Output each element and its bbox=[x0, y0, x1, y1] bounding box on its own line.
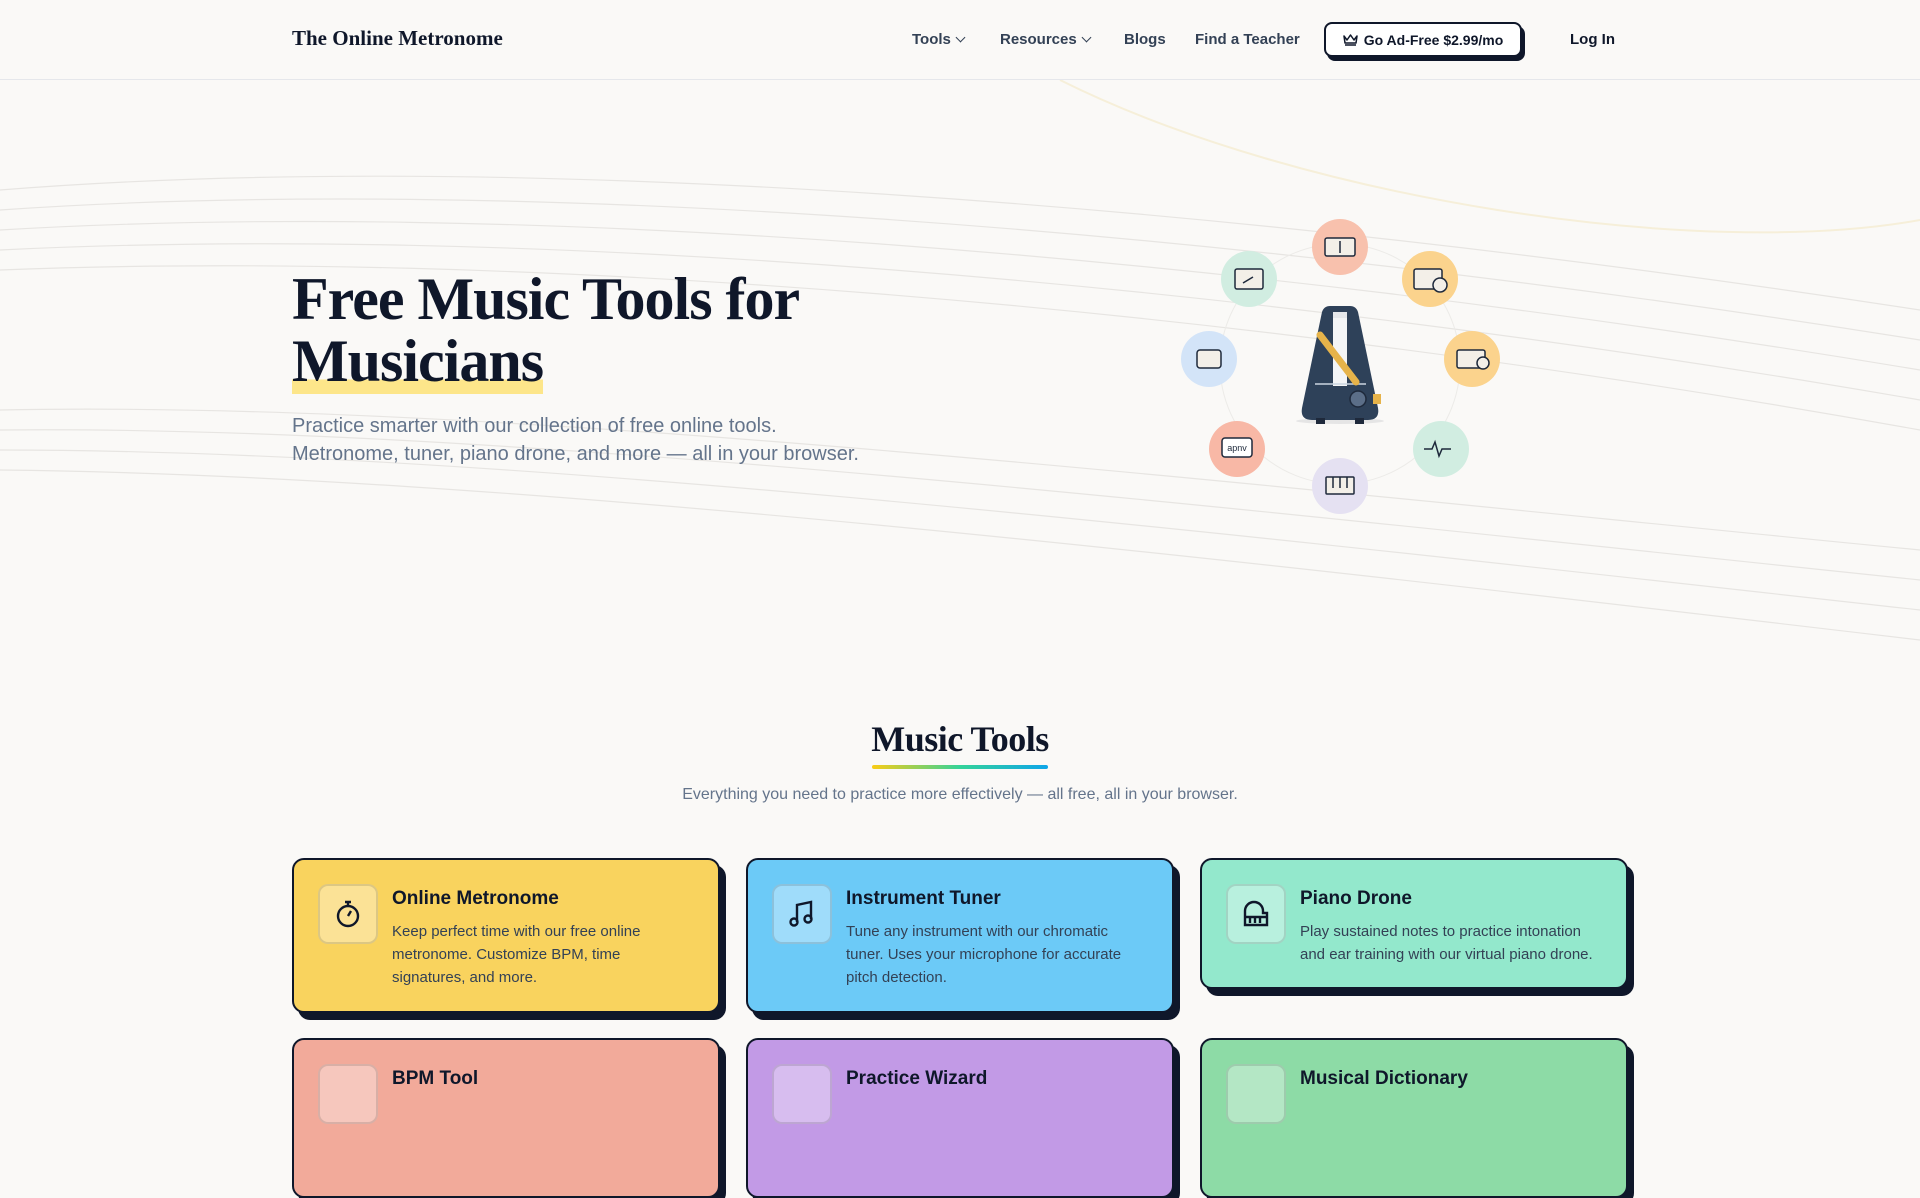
nav-resources-label: Resources bbox=[1000, 31, 1077, 48]
card-description: Keep perfect time with our free online m… bbox=[392, 923, 641, 986]
site-logo[interactable]: The Online Metronome bbox=[292, 26, 503, 51]
metronome-icon bbox=[1296, 306, 1384, 424]
card-title: Online Metronome bbox=[392, 888, 559, 909]
nav-resources[interactable]: Resources bbox=[1000, 31, 1092, 48]
tool-card-musical-dictionary[interactable]: Musical Dictionary bbox=[1200, 1038, 1628, 1198]
tool-card-online-metronome[interactable]: Online Metronome Keep perfect time with o… bbox=[292, 858, 720, 1013]
hero-subtitle-line1: Practice smarter with our collection of … bbox=[292, 415, 777, 437]
section-title-underline bbox=[872, 765, 1048, 769]
music-note-icon bbox=[772, 884, 832, 944]
tool-card-bpm-tool[interactable]: BPM Tool bbox=[292, 1038, 720, 1198]
hero-title: Free Music Tools for Musicians bbox=[292, 266, 800, 394]
badge-text: apnv bbox=[1227, 443, 1247, 453]
card-title: Instrument Tuner bbox=[846, 888, 1001, 909]
book-icon bbox=[1226, 1064, 1286, 1124]
card-title: Piano Drone bbox=[1300, 888, 1412, 909]
tool-card-piano-drone[interactable]: Piano Drone Play sustained notes to pract… bbox=[1200, 858, 1628, 989]
card-title: Practice Wizard bbox=[846, 1068, 988, 1089]
nav-find-teacher[interactable]: Find a Teacher bbox=[1195, 31, 1300, 48]
card-title: Musical Dictionary bbox=[1300, 1068, 1468, 1089]
crown-icon bbox=[1342, 34, 1358, 46]
piano-icon bbox=[1226, 884, 1286, 944]
bpm-icon bbox=[318, 1064, 378, 1124]
hero-subtitle: Practice smarter with our collection of … bbox=[292, 412, 859, 468]
hero-title-highlight: Musicians bbox=[292, 328, 544, 394]
hero-background-waves bbox=[0, 80, 1920, 641]
tools-illustration: apnv bbox=[1181, 219, 1500, 514]
card-title: BPM Tool bbox=[392, 1068, 479, 1089]
top-nav: The Online Metronome Tools Resources Blo… bbox=[0, 0, 1920, 80]
tool-card-instrument-tuner[interactable]: Instrument Tuner Tune any instrument with… bbox=[746, 858, 1174, 1013]
chevron-down-icon bbox=[955, 32, 966, 43]
tool-card-practice-wizard[interactable]: Practice Wizard bbox=[746, 1038, 1174, 1198]
hero-title-line1: Free Music Tools for bbox=[292, 266, 800, 332]
pulse-bubble bbox=[1413, 421, 1469, 477]
wizard-icon bbox=[772, 1064, 832, 1124]
nav-tools[interactable]: Tools bbox=[912, 31, 966, 48]
nav-blogs[interactable]: Blogs bbox=[1124, 31, 1166, 48]
go-ad-free-label: Go Ad-Free $2.99/mo bbox=[1363, 31, 1504, 48]
stopwatch-icon bbox=[318, 884, 378, 944]
card-description: Tune any instrument with our chromatic t… bbox=[846, 923, 1122, 986]
chevron-down-icon bbox=[1081, 32, 1092, 43]
card-description: Play sustained notes to practice intonat… bbox=[1300, 923, 1593, 963]
login-link[interactable]: Log In bbox=[1570, 31, 1615, 48]
section-title: Music Tools bbox=[871, 719, 1049, 759]
nav-tools-label: Tools bbox=[912, 31, 951, 48]
section-subtitle: Everything you need to practice more eff… bbox=[682, 786, 1238, 803]
hero-subtitle-line2: Metronome, tuner, piano drone, and more … bbox=[292, 443, 859, 465]
go-ad-free-button[interactable]: Go Ad-Free $2.99/mo bbox=[1324, 22, 1522, 57]
